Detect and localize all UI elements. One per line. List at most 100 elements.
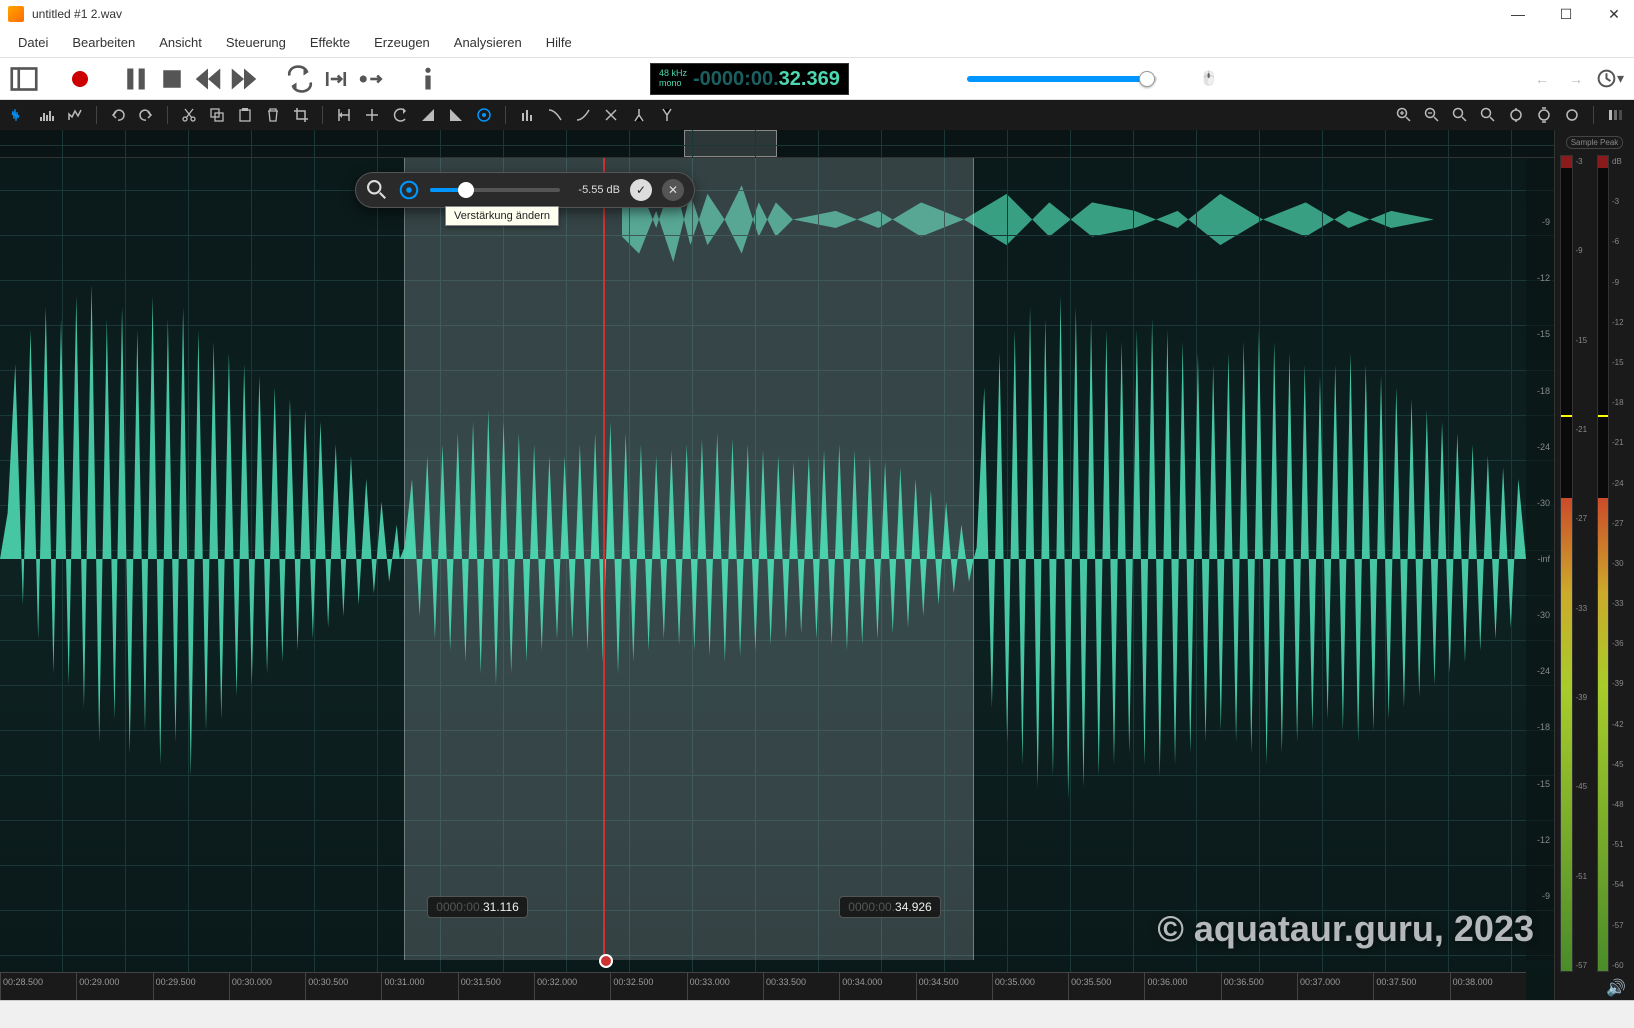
loop-button[interactable]: [286, 65, 314, 93]
curve-up-icon[interactable]: [572, 104, 594, 126]
meter-bar-left[interactable]: [1560, 155, 1573, 972]
zoom-out-icon[interactable]: [1421, 104, 1443, 126]
time-tick: 00:38.000: [1450, 973, 1526, 1000]
split-x-icon[interactable]: [600, 104, 622, 126]
zoom-fit-icon[interactable]: [1449, 104, 1471, 126]
time-tick: 00:33.000: [687, 973, 763, 1000]
stop-button[interactable]: [158, 65, 186, 93]
menu-erzeugen[interactable]: Erzeugen: [364, 31, 440, 54]
spectrogram-view-icon[interactable]: [64, 104, 86, 126]
waveform-view-icon[interactable]: [8, 104, 30, 126]
crop-icon[interactable]: [290, 104, 312, 126]
zoom-v-fit-icon[interactable]: [1561, 104, 1583, 126]
menu-analysieren[interactable]: Analysieren: [444, 31, 532, 54]
history-button[interactable]: ▾: [1596, 65, 1624, 93]
time-tick: 00:35.000: [992, 973, 1068, 1000]
merge-icon[interactable]: [656, 104, 678, 126]
time-tick: 00:32.000: [534, 973, 610, 1000]
time-tick: 00:29.000: [76, 973, 152, 1000]
timecode-display[interactable]: 48 kHz mono -0000:00.32.369: [650, 63, 849, 95]
timecode-bright: 32.369: [779, 68, 840, 90]
copy-icon[interactable]: [206, 104, 228, 126]
zoom-sel-icon[interactable]: [1477, 104, 1499, 126]
speaker-output-icon[interactable]: 🔊: [1559, 976, 1630, 996]
menu-effekte[interactable]: Effekte: [300, 31, 360, 54]
time-tick: 00:32.500: [610, 973, 686, 1000]
pause-button[interactable]: [122, 65, 150, 93]
fade-in-icon[interactable]: [417, 104, 439, 126]
undo-nav-button[interactable]: ←: [1528, 65, 1556, 93]
zoom-v-in-icon[interactable]: [1505, 104, 1527, 126]
time-ruler[interactable]: 00:28.50000:29.00000:29.50000:30.00000:3…: [0, 972, 1526, 1000]
meter-label: Sample Peak: [1566, 136, 1624, 149]
menu-hilfe[interactable]: Hilfe: [536, 31, 582, 54]
menu-bearbeiten[interactable]: Bearbeiten: [62, 31, 145, 54]
play-to-end-button[interactable]: [358, 65, 386, 93]
time-tick: 00:30.500: [305, 973, 381, 1000]
edit-toolbar: [0, 100, 1634, 130]
menu-ansicht[interactable]: Ansicht: [149, 31, 212, 54]
loop-selection-button[interactable]: [322, 65, 350, 93]
time-tick: 00:35.500: [1068, 973, 1144, 1000]
menu-datei[interactable]: Datei: [8, 31, 58, 54]
sidebar-toggle-button[interactable]: [10, 65, 38, 93]
maximize-button[interactable]: ☐: [1554, 2, 1578, 26]
redo-button[interactable]: [135, 104, 157, 126]
gain-tool-popup[interactable]: -5.55 dB ✓ ✕: [355, 172, 695, 208]
time-tick: 00:36.500: [1221, 973, 1297, 1000]
timecode-dim: -0000:00.: [693, 68, 779, 90]
forward-button[interactable]: [230, 65, 258, 93]
meter-bar-right[interactable]: [1597, 155, 1610, 972]
selection-start-badge: 0000:00.31.116: [427, 896, 528, 918]
cut-icon[interactable]: [178, 104, 200, 126]
trim-start-icon[interactable]: [333, 104, 355, 126]
time-tick: 00:36.000: [1144, 973, 1220, 1000]
menubar: Datei Bearbeiten Ansicht Steuerung Effek…: [0, 28, 1634, 58]
zoom-in-icon[interactable]: [1393, 104, 1415, 126]
trim-end-icon[interactable]: [361, 104, 383, 126]
gain-zoom-icon[interactable]: [366, 179, 388, 201]
time-tick: 00:34.500: [916, 973, 992, 1000]
time-tick: 00:37.000: [1297, 973, 1373, 1000]
minimize-button[interactable]: —: [1506, 2, 1530, 26]
selection-end-badge: 0000:00.34.926: [839, 896, 940, 918]
app-icon: [8, 6, 24, 22]
volume-slider[interactable]: [967, 76, 1157, 82]
transport-toolbar: 48 kHz mono -0000:00.32.369 🖱️ ← → ▾: [0, 58, 1634, 100]
rewind-button[interactable]: [194, 65, 222, 93]
time-tick: 00:33.500: [763, 973, 839, 1000]
undo-button[interactable]: [107, 104, 129, 126]
gain-slider[interactable]: [430, 188, 560, 192]
meters-toggle-icon[interactable]: [1604, 104, 1626, 126]
reverse-icon[interactable]: [389, 104, 411, 126]
delete-icon[interactable]: [262, 104, 284, 126]
redo-nav-button[interactable]: →: [1562, 65, 1590, 93]
time-tick: 00:37.500: [1373, 973, 1449, 1000]
curve-down-icon[interactable]: [544, 104, 566, 126]
gain-apply-button[interactable]: ✓: [630, 179, 652, 201]
time-tick: 00:34.000: [839, 973, 915, 1000]
menu-steuerung[interactable]: Steuerung: [216, 31, 296, 54]
paste-icon[interactable]: [234, 104, 256, 126]
time-tick: 00:28.500: [0, 973, 76, 1000]
gain-preview-icon[interactable]: [398, 179, 420, 201]
time-tick: 00:31.000: [381, 973, 457, 1000]
waveform-canvas[interactable]: 0000:00.31.116 0000:00.34.926: [0, 158, 1526, 960]
fade-out-icon[interactable]: [445, 104, 467, 126]
playhead[interactable]: [603, 158, 605, 960]
info-button[interactable]: [414, 65, 442, 93]
statusbar: [0, 1000, 1634, 1028]
main-area: 0000:00.31.116 0000:00.34.926 -9 -12 -15…: [0, 130, 1634, 1000]
gain-icon[interactable]: [473, 104, 495, 126]
spectral-view-icon[interactable]: [36, 104, 58, 126]
speaker-icon[interactable]: 🖱️: [1195, 65, 1223, 93]
record-button[interactable]: [66, 65, 94, 93]
titlebar: untitled #1 2.wav — ☐ ✕: [0, 0, 1634, 28]
envelope-icon[interactable]: [516, 104, 538, 126]
waveform-view[interactable]: 0000:00.31.116 0000:00.34.926 -9 -12 -15…: [0, 130, 1554, 1000]
split-y-icon[interactable]: [628, 104, 650, 126]
time-tick: 00:30.000: [229, 973, 305, 1000]
zoom-v-out-icon[interactable]: [1533, 104, 1555, 126]
close-button[interactable]: ✕: [1602, 2, 1626, 26]
gain-cancel-button[interactable]: ✕: [662, 179, 684, 201]
